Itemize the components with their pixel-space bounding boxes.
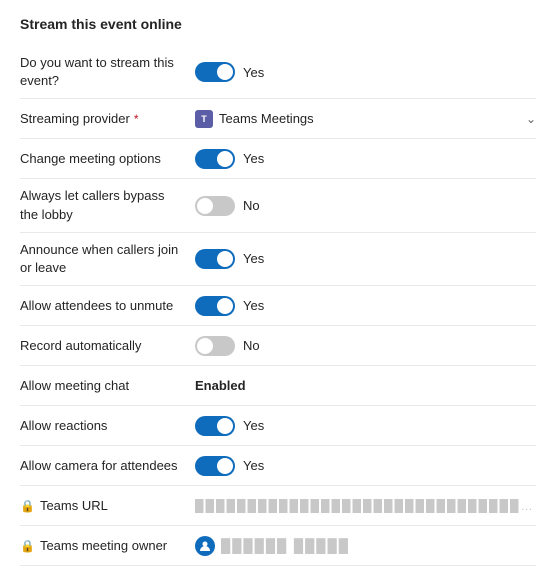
record-auto-label: Record automatically [20,337,195,355]
teams-url-value: ████████████████████████████████████████… [195,499,536,513]
panel-title: Stream this event online [20,16,536,32]
teams-owner-row: 🔒 Teams meeting owner ██████ █████ [20,526,536,566]
toggle-knob [217,458,233,474]
camera-attendees-toggle[interactable] [195,456,235,476]
provider-inner: T Teams Meetings [195,110,314,128]
meeting-chat-content: Enabled [195,378,536,393]
provider-name: Teams Meetings [219,111,314,126]
meeting-chat-row: Allow meeting chat Enabled [20,366,536,406]
change-meeting-options-content: Yes [195,149,536,169]
person-icon [195,536,215,556]
toggle-knob [217,151,233,167]
record-auto-row: Record automatically No [20,326,536,366]
teams-icon: T [195,110,213,128]
record-auto-toggle[interactable] [195,336,235,356]
teams-url-label-text: Teams URL [40,498,108,513]
stream-online-panel: Stream this event online Do you want to … [0,0,556,582]
change-meeting-options-toggle-label: Yes [243,151,264,166]
toggle-knob [217,64,233,80]
announce-callers-content: Yes [195,249,536,269]
streaming-provider-row: Streaming provider * T Teams Meetings ⌄ [20,99,536,139]
toggle-knob [217,418,233,434]
stream-event-toggle[interactable] [195,62,235,82]
stream-event-toggle-label: Yes [243,65,264,80]
allow-reactions-content: Yes [195,416,536,436]
provider-label-text: Streaming provider [20,111,130,126]
toggle-knob [217,251,233,267]
record-auto-toggle-label: No [243,338,260,353]
announce-callers-row: Announce when callers join or leave Yes [20,233,536,286]
allow-unmute-toggle-label: Yes [243,298,264,313]
announce-callers-label: Announce when callers join or leave [20,241,195,277]
camera-attendees-toggle-label: Yes [243,458,264,473]
teams-owner-label: 🔒 Teams meeting owner [20,538,195,553]
streaming-provider-label: Streaming provider * [20,111,195,126]
meeting-chat-label: Allow meeting chat [20,377,195,395]
announce-callers-toggle[interactable] [195,249,235,269]
toggle-knob [197,198,213,214]
lock-icon: 🔒 [20,499,35,513]
change-meeting-options-row: Change meeting options Yes [20,139,536,179]
meeting-chat-value: Enabled [195,378,246,393]
stream-event-label: Do you want to stream this event? [20,54,195,90]
change-meeting-options-toggle[interactable] [195,149,235,169]
bypass-lobby-toggle[interactable] [195,196,235,216]
bypass-lobby-row: Always let callers bypass the lobby No [20,179,536,232]
record-auto-content: No [195,336,536,356]
teams-owner-content: ██████ █████ [195,536,350,556]
teams-owner-name: ██████ █████ [221,538,350,553]
teams-url-label: 🔒 Teams URL [20,498,195,513]
teams-owner-label-text: Teams meeting owner [40,538,167,553]
chevron-down-icon: ⌄ [526,112,536,126]
toggle-knob [197,338,213,354]
allow-unmute-toggle[interactable] [195,296,235,316]
bypass-lobby-label: Always let callers bypass the lobby [20,187,195,223]
allow-unmute-row: Allow attendees to unmute Yes [20,286,536,326]
stream-event-content: Yes [195,62,536,82]
bypass-lobby-content: No [195,196,536,216]
required-star: * [134,112,139,126]
change-meeting-options-label: Change meeting options [20,150,195,168]
announce-callers-toggle-label: Yes [243,251,264,266]
teams-url-content: ████████████████████████████████████████… [195,499,536,513]
stream-event-row: Do you want to stream this event? Yes [20,46,536,99]
teams-url-row: 🔒 Teams URL ████████████████████████████… [20,486,536,526]
toggle-knob [217,298,233,314]
camera-attendees-label: Allow camera for attendees [20,457,195,475]
lock-icon-owner: 🔒 [20,539,35,553]
camera-attendees-content: Yes [195,456,536,476]
provider-content[interactable]: T Teams Meetings ⌄ [195,110,536,128]
allow-unmute-label: Allow attendees to unmute [20,297,195,315]
allow-reactions-label: Allow reactions [20,417,195,435]
bypass-lobby-toggle-label: No [243,198,260,213]
person-svg [199,540,211,552]
allow-reactions-toggle-label: Yes [243,418,264,433]
camera-attendees-row: Allow camera for attendees Yes [20,446,536,486]
allow-unmute-content: Yes [195,296,536,316]
allow-reactions-toggle[interactable] [195,416,235,436]
allow-reactions-row: Allow reactions Yes [20,406,536,446]
